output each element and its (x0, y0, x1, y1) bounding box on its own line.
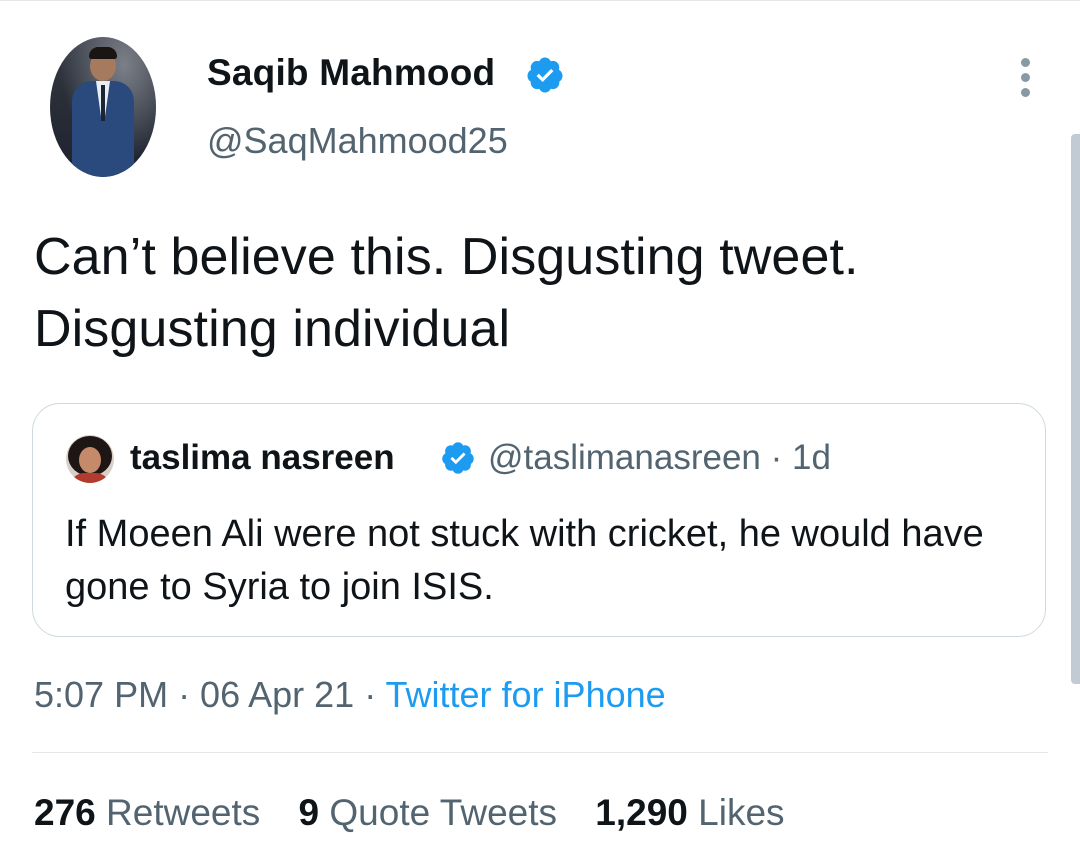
stats-divider (32, 752, 1048, 753)
tweet-text: Can’t believe this. Disgusting tweet. Di… (34, 228, 859, 358)
more-options-icon[interactable] (1015, 58, 1037, 98)
quoted-author-handle[interactable]: @taslimanasreen · 1d (488, 438, 831, 478)
verified-badge-icon (527, 57, 563, 93)
tweet-source-link[interactable]: Twitter for iPhone (386, 674, 666, 715)
author-handle[interactable]: @SaqMahmood25 (207, 120, 508, 162)
author-avatar[interactable] (50, 37, 156, 177)
engagement-stats: 276 Retweets 9 Quote Tweets 1,290 Likes (34, 792, 813, 834)
quoted-author-avatar[interactable] (66, 435, 114, 483)
tweet-metadata: 5:07 PM · 06 Apr 21 · Twitter for iPhone (34, 674, 666, 716)
top-divider (0, 0, 1080, 1)
likes-stat[interactable]: 1,290 Likes (595, 792, 784, 833)
quoted-tweet-card[interactable]: taslima nasreen @taslimanasreen · 1d If … (32, 403, 1046, 637)
quoted-tweet-text: If Moeen Ali were not stuck with cricket… (65, 513, 984, 608)
quote-tweets-stat[interactable]: 9 Quote Tweets (299, 792, 557, 833)
quoted-verified-badge-icon (442, 442, 474, 474)
quoted-author-name[interactable]: taslima nasreen (130, 438, 395, 478)
tweet-timestamp[interactable]: 5:07 PM · 06 Apr 21 · (34, 674, 386, 715)
author-name[interactable]: Saqib Mahmood (207, 52, 495, 94)
retweets-stat[interactable]: 276 Retweets (34, 792, 260, 833)
scrollbar-thumb[interactable] (1071, 134, 1080, 684)
